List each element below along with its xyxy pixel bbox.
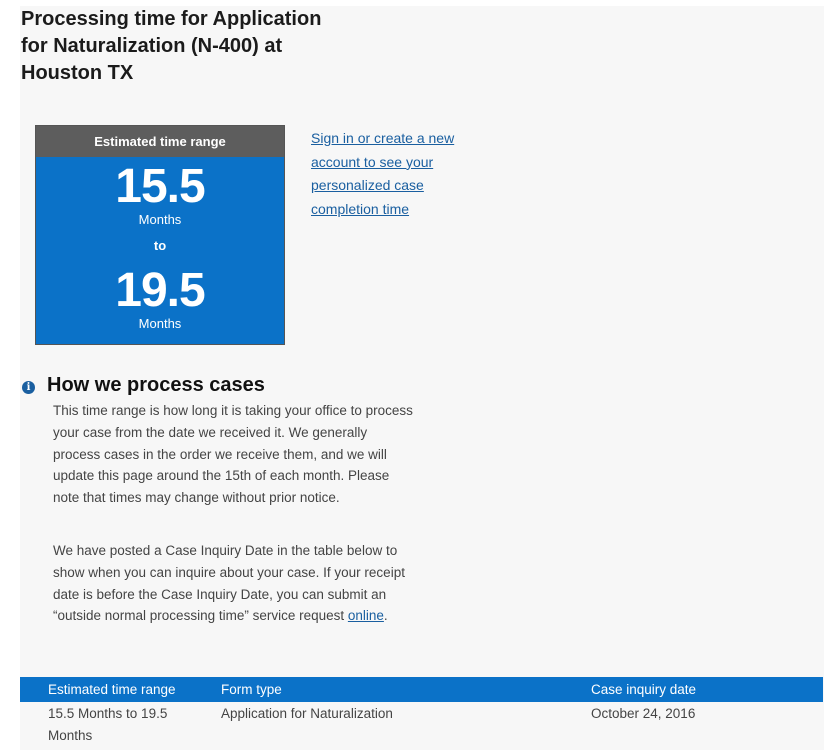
max-time-value: 19.5 (115, 264, 205, 317)
case-inquiry-paragraph: We have posted a Case Inquiry Date in th… (53, 540, 418, 627)
section-title-how-we-process: How we process cases (47, 374, 265, 396)
info-icon: i (22, 381, 35, 394)
table-header-row: Estimated time range Form type Case inqu… (20, 677, 823, 702)
table-row: 15.5 Months to 19.5 Months Application f… (20, 703, 823, 750)
signin-link[interactable]: Sign in or create a new account to see y… (311, 127, 461, 221)
cell-form-type: Application for Naturalization (221, 706, 393, 721)
min-time-value: 15.5 (115, 160, 205, 213)
max-time-unit: Months (138, 316, 182, 331)
min-time-unit: Months (138, 212, 182, 227)
page-title: Processing time for Application for Natu… (21, 8, 322, 84)
column-header-form-type: Form type (221, 682, 282, 697)
cell-inquiry-date: October 24, 2016 (591, 706, 696, 721)
range-separator: to (153, 238, 167, 253)
process-description-paragraph: This time range is how long it is taking… (53, 403, 413, 506)
column-header-time-range: Estimated time range (48, 682, 176, 697)
cell-time-range: 15.5 Months to 19.5 Months (48, 706, 168, 743)
column-header-inquiry-date: Case inquiry date (591, 682, 697, 697)
estimated-time-header: Estimated time range (36, 126, 284, 157)
case-inquiry-end: . (383, 608, 388, 624)
estimated-time-body: 15.5 Months to 19.5 Months (36, 160, 284, 332)
estimated-time-card: Estimated time range 15.5 Months to 19.5… (35, 125, 285, 345)
online-link[interactable]: online (348, 608, 384, 623)
